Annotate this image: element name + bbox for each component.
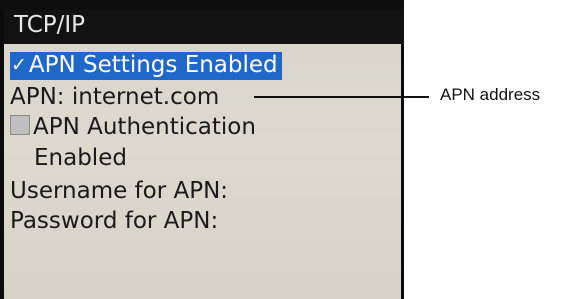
settings-list: ✓APN Settings Enabled APN: internet.com … (4, 44, 401, 299)
apn-authentication-label-line2: Enabled (34, 145, 127, 171)
checkbox-icon[interactable] (10, 115, 30, 135)
apn-settings-enabled-option[interactable]: ✓APN Settings Enabled (10, 52, 282, 80)
callout-label: APN address (440, 85, 541, 104)
apn-settings-enabled-label: APN Settings Enabled (28, 52, 278, 78)
apn-authentication-label-continued: Enabled (34, 145, 127, 172)
check-icon: ✓ (11, 54, 27, 76)
password-field-label: Password for APN: (10, 208, 219, 234)
apn-field-label: APN: internet.com (10, 84, 220, 110)
password-field[interactable]: Password for APN: (10, 208, 218, 235)
callout-line (254, 96, 429, 98)
apn-authentication-option[interactable]: APN Authentication (10, 114, 256, 141)
title-bar: TCP/IP (4, 10, 404, 44)
screen-title: TCP/IP (14, 12, 86, 38)
device-screen: TCP/IP ✓APN Settings Enabled APN: intern… (0, 0, 404, 299)
apn-authentication-label-line1: APN Authentication (33, 114, 256, 140)
screen-bezel (0, 0, 404, 10)
figure: TCP/IP ✓APN Settings Enabled APN: intern… (0, 0, 570, 299)
username-field-label: Username for APN: (10, 178, 229, 204)
apn-field[interactable]: APN: internet.com (10, 84, 219, 111)
username-field[interactable]: Username for APN: (10, 178, 228, 205)
